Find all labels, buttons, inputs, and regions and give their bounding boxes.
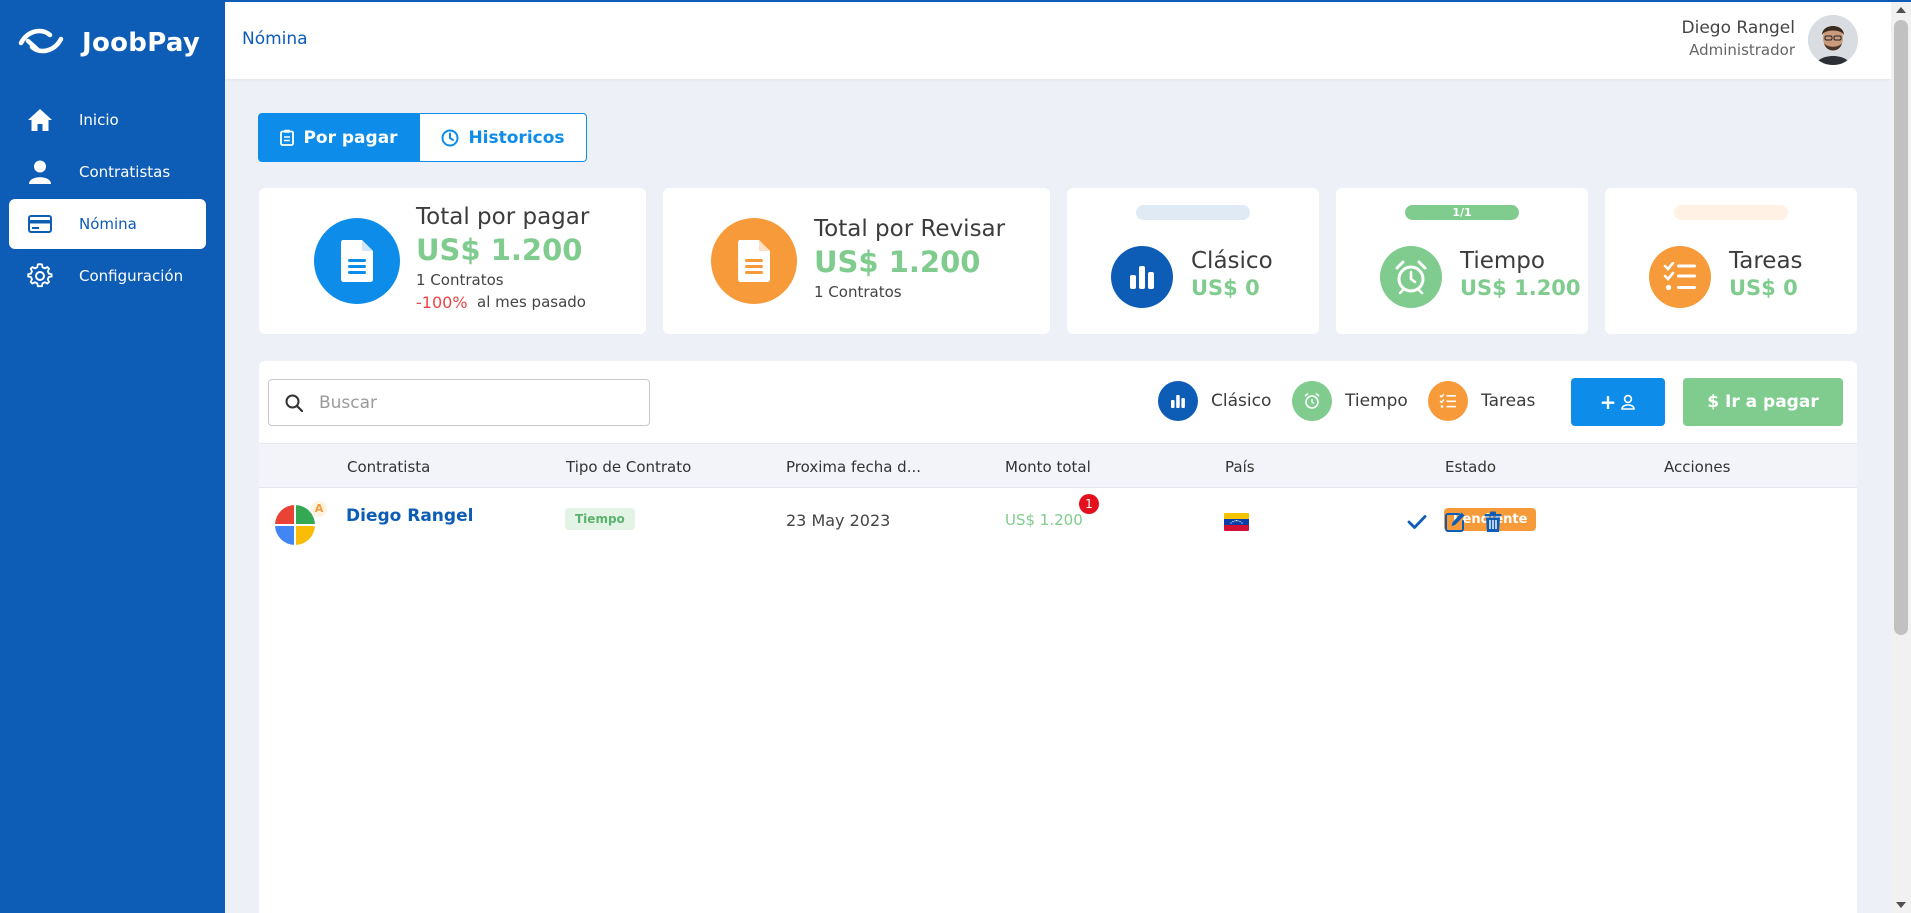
card-amount: US$ 1.200 [1460, 276, 1581, 300]
bar-chart-icon [1158, 381, 1198, 421]
scroll-up-icon[interactable] [1896, 7, 1906, 13]
delete-trash-icon[interactable] [1481, 510, 1505, 534]
total-por-revisar-card: Total por Revisar US$ 1.200 1 Contratos [663, 188, 1050, 334]
clipboard-icon [280, 129, 295, 146]
tiempo-card[interactable]: 1/1 Tiempo US$ 1.200 [1336, 188, 1588, 334]
tab-por-pagar[interactable]: Por pagar [258, 113, 420, 162]
card-amount: US$ 0 [1729, 276, 1798, 300]
sidebar-item-label: Contratistas [79, 163, 171, 181]
column-header[interactable]: Monto total [1005, 458, 1091, 476]
table-header: Contratista Tipo de Contrato Proxima fec… [259, 443, 1857, 488]
search-box[interactable] [268, 379, 650, 426]
alarm-clock-icon [1380, 246, 1442, 308]
breadcrumb[interactable]: Nómina [242, 29, 308, 49]
card-title: Clásico [1191, 248, 1273, 274]
column-header[interactable]: Estado [1445, 458, 1496, 476]
sidebar-item-label: Configuración [79, 267, 184, 285]
bar-chart-icon [1111, 246, 1173, 308]
clasico-card[interactable]: Clásico US$ 0 [1067, 188, 1319, 334]
tareas-card[interactable]: Tareas US$ 0 [1605, 188, 1857, 334]
payroll-tabs: Por pagar Historicos [258, 113, 587, 162]
contracts-panel: Clásico Tiempo Tareas + $ Ir a pagar Con… [259, 361, 1857, 913]
amount-total[interactable]: US$ 1.200 [1005, 511, 1083, 529]
edit-icon[interactable] [1443, 510, 1467, 534]
column-header[interactable]: Contratista [347, 458, 430, 476]
credit-card-icon [27, 211, 53, 237]
search-icon [285, 394, 303, 412]
card-title: Tareas [1729, 248, 1803, 274]
card-title: Total por Revisar [814, 216, 1006, 242]
tab-historicos[interactable]: Historicos [420, 113, 587, 162]
progress-pill: 1/1 [1405, 205, 1519, 220]
card-amount: US$ 0 [1191, 276, 1260, 300]
column-header[interactable]: País [1225, 458, 1255, 476]
task-list-icon [1649, 246, 1711, 308]
change-label: al mes pasado [477, 293, 586, 311]
legend-clasico[interactable]: Clásico [1158, 381, 1271, 421]
sidebar-item-nomina[interactable]: Nómina [9, 199, 206, 249]
sidebar-item-configuracion[interactable]: Configuración [9, 251, 206, 301]
approve-check-icon[interactable] [1405, 510, 1429, 534]
card-title: Tiempo [1460, 248, 1545, 274]
brand[interactable]: JoobPay [18, 26, 200, 60]
person-icon [27, 159, 53, 185]
brand-name: JoobPay [82, 28, 201, 58]
progress-pill [1136, 205, 1250, 220]
gear-icon [27, 263, 53, 289]
scroll-down-icon[interactable] [1896, 902, 1906, 908]
card-title: Total por pagar [416, 204, 590, 230]
legend-tareas[interactable]: Tareas [1428, 381, 1535, 421]
scrollbar-thumb[interactable] [1894, 20, 1908, 635]
alarm-clock-icon [1292, 381, 1332, 421]
table-row[interactable]: A Diego Rangel Tiempo 23 May 2023 US$ 1.… [259, 488, 1857, 556]
column-header: Acciones [1664, 458, 1731, 476]
sidebar: JoobPay Inicio Contratistas Nómina Confi… [0, 0, 225, 913]
pay-button[interactable]: $ Ir a pagar [1683, 378, 1843, 426]
add-user-icon [1620, 394, 1636, 410]
sidebar-item-inicio[interactable]: Inicio [9, 95, 206, 145]
top-accent-line [0, 0, 1911, 2]
column-header[interactable]: Tipo de Contrato [566, 458, 691, 476]
contract-type-badge: Tiempo [565, 508, 635, 530]
contractor-name-link[interactable]: Diego Rangel [346, 506, 473, 526]
column-header[interactable]: Proxima fecha d... [786, 458, 921, 476]
user-role: Administrador [1689, 41, 1795, 59]
progress-pill [1674, 205, 1788, 220]
search-input[interactable] [319, 392, 639, 413]
tab-label: Por pagar [303, 127, 398, 148]
user-info[interactable]: Diego Rangel Administrador [1682, 18, 1795, 59]
document-icon [314, 218, 400, 304]
legend-tiempo[interactable]: Tiempo [1292, 381, 1408, 421]
notification-badge: 1 [1079, 494, 1099, 514]
card-amount: US$ 1.200 [416, 233, 583, 267]
plus-label: + [1599, 390, 1617, 414]
sidebar-item-label: Inicio [79, 111, 119, 129]
contractor-initial-badge: A [311, 501, 327, 517]
avatar[interactable] [1808, 15, 1858, 65]
add-contractor-button[interactable]: + [1571, 378, 1665, 426]
top-header: Nómina Diego Rangel Administrador [225, 2, 1891, 79]
total-por-pagar-card: Total por pagar US$ 1.200 1 Contratos -1… [259, 188, 646, 334]
change-percent: -100% [416, 293, 468, 312]
card-amount: US$ 1.200 [814, 245, 981, 279]
sidebar-item-contratistas[interactable]: Contratistas [9, 147, 206, 197]
card-contracts: 1 Contratos [416, 271, 504, 289]
tab-label: Historicos [468, 127, 565, 148]
clock-icon [441, 129, 459, 147]
joobpay-logo-icon [18, 26, 64, 60]
document-icon [711, 218, 797, 304]
user-name: Diego Rangel [1681, 18, 1795, 38]
contractor-avatar-icon [275, 505, 315, 545]
page-scrollbar[interactable] [1891, 2, 1911, 913]
next-date: 23 May 2023 [786, 511, 891, 530]
card-contracts: 1 Contratos [814, 283, 902, 301]
sidebar-nav: Inicio Contratistas Nómina Configuración [9, 95, 206, 303]
legend-label: Tareas [1481, 391, 1536, 411]
legend-label: Clásico [1211, 391, 1272, 411]
task-list-icon [1428, 381, 1468, 421]
home-icon [27, 107, 53, 133]
sidebar-item-label: Nómina [79, 215, 137, 233]
venezuela-flag-icon [1224, 513, 1249, 531]
legend-label: Tiempo [1345, 391, 1408, 411]
